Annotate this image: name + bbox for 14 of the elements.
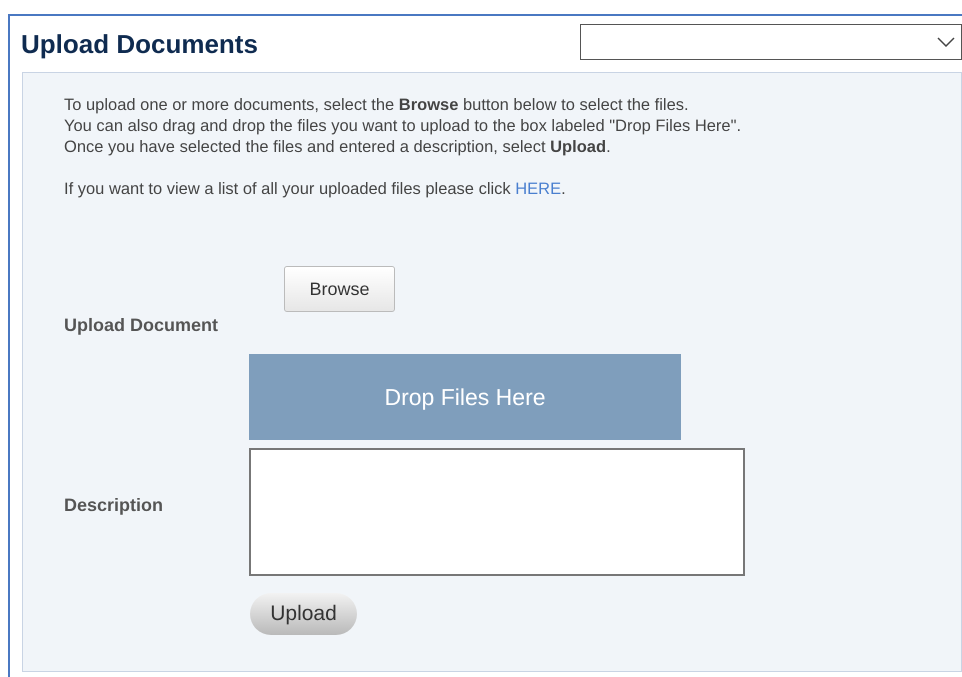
instruction-text: To upload one or more documents, select the Browse button below to select the files. — [64, 95, 690, 116]
upload-document-label: Upload Document — [64, 314, 218, 337]
chevron-down-icon — [937, 37, 955, 47]
page-title: Upload Documents — [21, 28, 258, 60]
browse-button[interactable]: Browse — [284, 266, 395, 312]
here-link[interactable]: HERE — [515, 180, 562, 198]
upload-button[interactable]: Upload — [250, 593, 357, 635]
dropdown[interactable] — [580, 24, 962, 60]
period-text: . — [561, 180, 566, 198]
instruction-text: If you want to view a list of all your uploaded files please click — [64, 180, 512, 198]
description-field[interactable] — [249, 448, 745, 576]
description-label: Description — [64, 494, 164, 517]
instruction-text: You can also drag and drop the files you want to upload to the box labeled "Drop Files Here". — [64, 116, 742, 137]
instruction-text: Once you have selected the files and entered a description, select Upload. — [64, 137, 612, 158]
